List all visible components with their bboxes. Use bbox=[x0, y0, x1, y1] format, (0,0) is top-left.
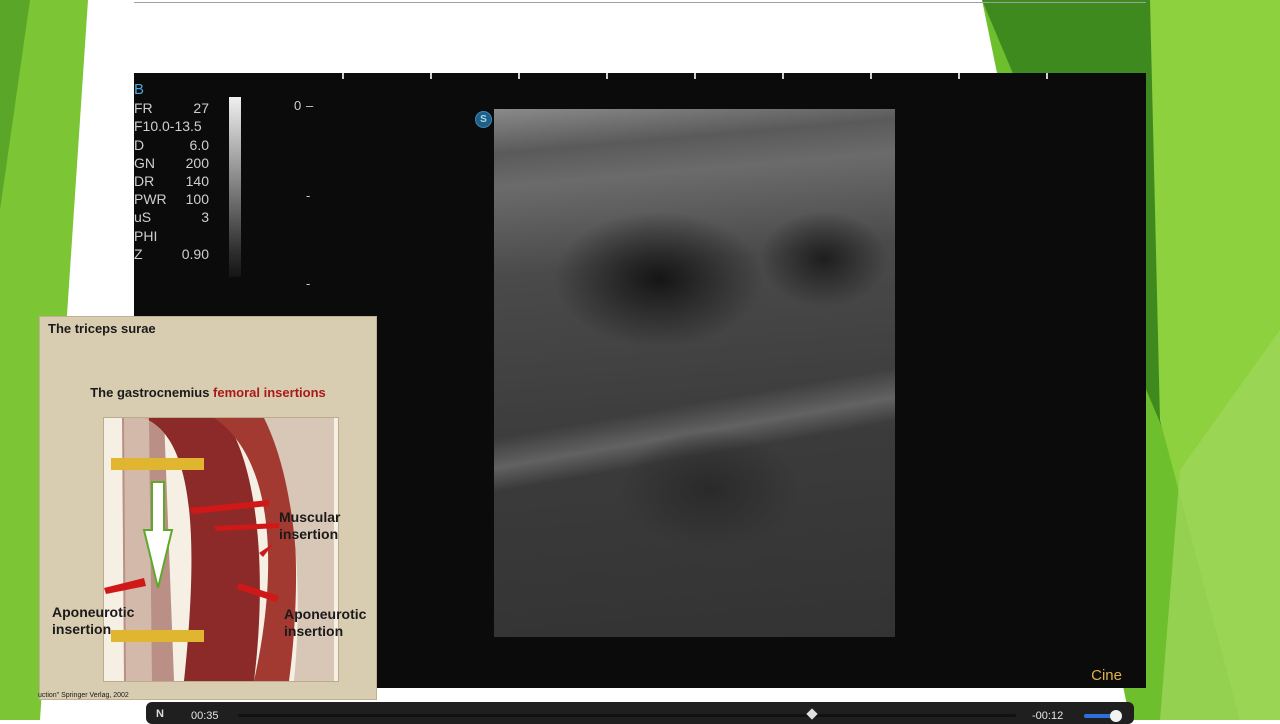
aponeurotic-left-label: Aponeurotic insertion bbox=[52, 604, 135, 637]
scan-parameters: B FR 27 F10.0-13.5 D 6.0 GN 200 DR 140 PWR 10… bbox=[134, 81, 209, 263]
param-row: DR 140 bbox=[134, 173, 209, 190]
param-row: D 6.0 bbox=[134, 136, 209, 153]
cine-label: Cine bbox=[1091, 667, 1122, 684]
depth-mark-1: - bbox=[306, 188, 311, 203]
volume-knob-icon[interactable] bbox=[1110, 710, 1122, 722]
ultrasound-image bbox=[494, 109, 895, 637]
remaining-time: -00:12 bbox=[1032, 710, 1064, 722]
video-controls[interactable]: N 00:35 -00:12 bbox=[146, 702, 1134, 724]
anatomy-illustration bbox=[103, 417, 339, 682]
playhead-icon[interactable] bbox=[806, 708, 818, 720]
depth-ruler bbox=[134, 73, 1146, 79]
param-row: uS 3 bbox=[134, 209, 209, 226]
param-row: FR 27 bbox=[134, 100, 209, 117]
credit-text: uction" Springer Verlag, 2002 bbox=[38, 692, 129, 699]
depth-zero-label: 0 bbox=[294, 98, 302, 113]
param-row: Z 0.90 bbox=[134, 245, 209, 262]
inset-title: The triceps surae bbox=[48, 321, 156, 336]
param-row: PHI bbox=[134, 227, 158, 244]
anatomy-inset: The triceps surae The gastrocnemius femo… bbox=[38, 317, 376, 699]
seek-bar[interactable] bbox=[238, 708, 1016, 720]
muscular-insertion-label: Muscular insertion bbox=[279, 509, 341, 542]
elapsed-time: 00:35 bbox=[191, 710, 219, 722]
param-row: PWR 100 bbox=[134, 191, 209, 208]
top-rule bbox=[134, 2, 1146, 3]
depth-mark-2: - bbox=[306, 276, 311, 291]
mode-label: B bbox=[134, 81, 145, 98]
aponeurotic-right-label: Aponeurotic insertion bbox=[284, 606, 367, 639]
inset-subtitle: The gastrocnemius femoral insertions bbox=[90, 385, 326, 400]
player-logo-icon[interactable]: N bbox=[156, 708, 170, 720]
probe-orientation-icon: S bbox=[475, 111, 492, 128]
depth-tick-mark: – bbox=[306, 98, 314, 113]
param-row: GN 200 bbox=[134, 154, 209, 171]
param-row: F10.0-13.5 bbox=[134, 118, 202, 135]
grayscale-bar bbox=[229, 97, 241, 277]
gastrocnemius-drawing bbox=[104, 418, 338, 681]
